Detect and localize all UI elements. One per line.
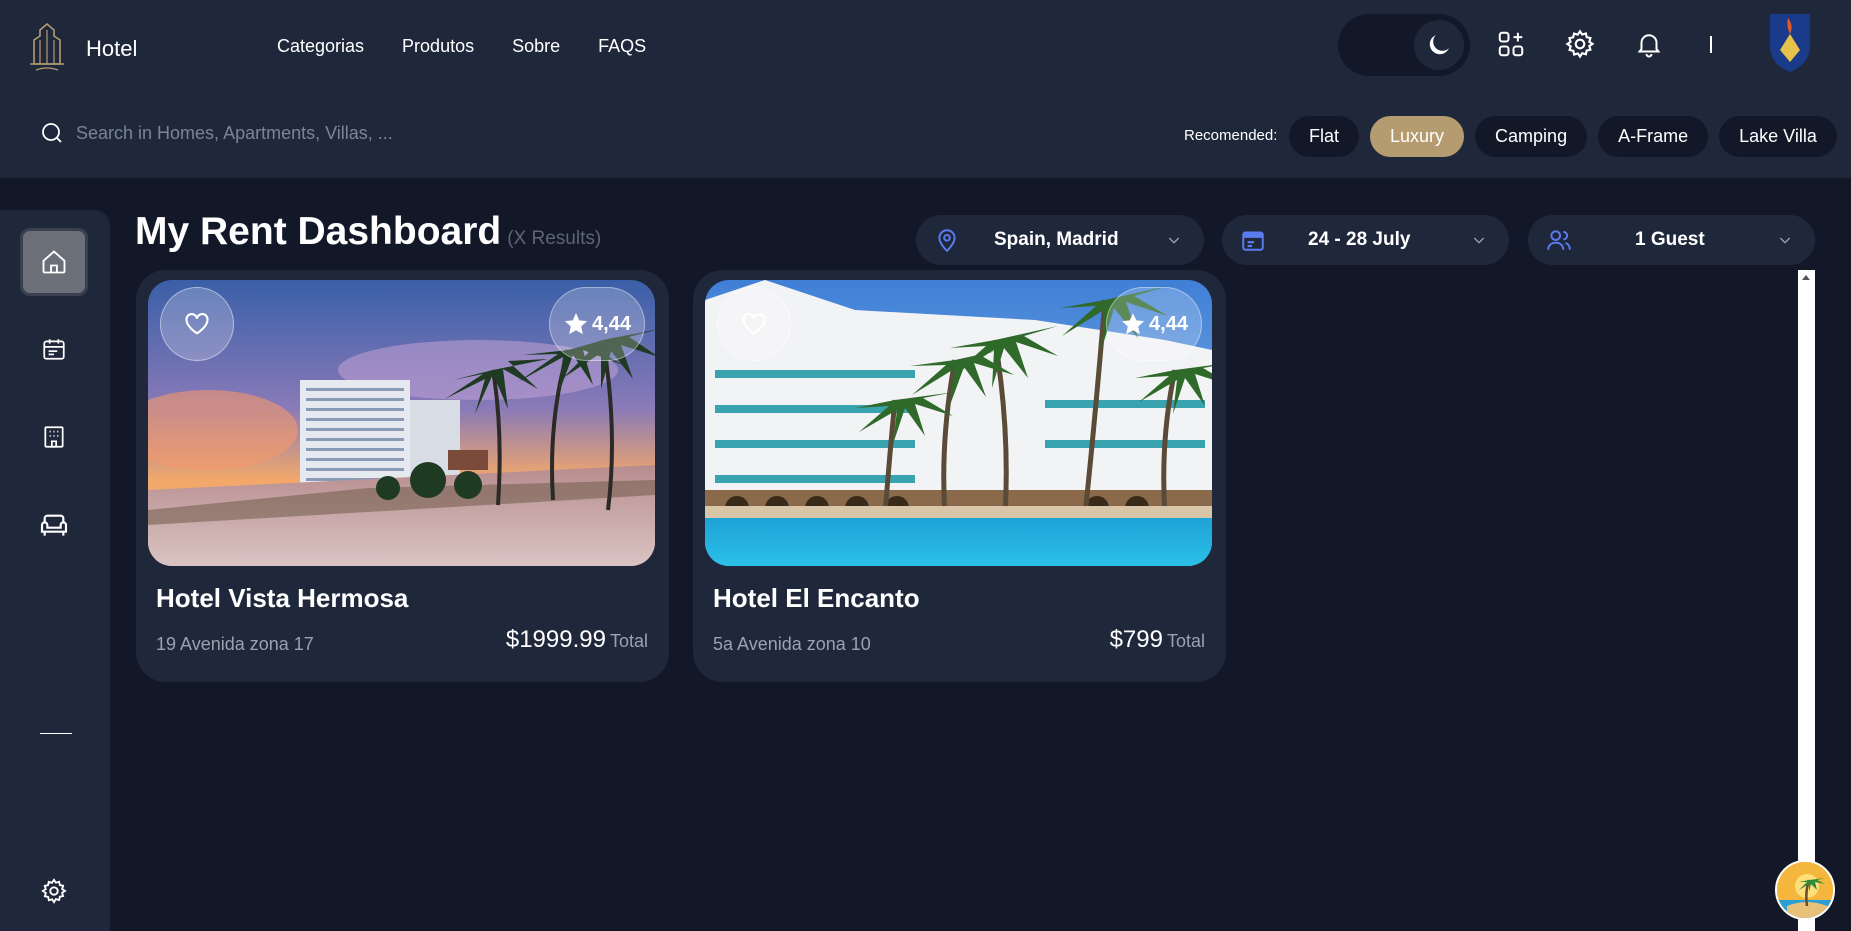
sidebar-item-furniture[interactable] xyxy=(20,491,88,559)
header: Hotel Categorias Produtos Sobre FAQS Sea… xyxy=(0,0,1851,178)
chevron-down-icon xyxy=(1779,237,1791,244)
calendar-icon xyxy=(1242,231,1264,251)
heart-icon xyxy=(185,313,209,335)
hotel-card[interactable]: 4,44 Hotel El Encanto 5a Avenida zona 10… xyxy=(693,270,1226,682)
chip-camping[interactable]: Camping xyxy=(1475,116,1588,157)
location-pin-icon xyxy=(938,229,956,253)
location-filter[interactable]: Spain, Madrid xyxy=(916,215,1204,265)
user-avatar[interactable] xyxy=(1766,12,1814,74)
chip-lake-villa[interactable]: Lake Villa xyxy=(1719,116,1837,157)
chevron-down-icon xyxy=(1473,237,1485,244)
price-value: $799 xyxy=(1109,626,1163,653)
chip-flat[interactable]: Flat xyxy=(1289,116,1360,157)
brand-name[interactable]: Hotel xyxy=(86,36,137,62)
main-nav: Categorias Produtos Sobre FAQS xyxy=(277,36,684,57)
price-total-label: Total xyxy=(1166,631,1205,651)
moon-icon xyxy=(1429,35,1449,55)
search-icon xyxy=(42,123,62,143)
guests-filter[interactable]: 1 Guest xyxy=(1528,215,1815,265)
hotel-logo[interactable] xyxy=(26,20,68,74)
notifications-button[interactable] xyxy=(1633,28,1665,60)
sidebar-item-hotels[interactable] xyxy=(20,403,88,471)
hotel-name[interactable]: Hotel Vista Hermosa xyxy=(156,583,408,614)
hotel-price: $1999.99 Total xyxy=(506,626,648,654)
location-value: Spain, Madrid xyxy=(994,229,1119,250)
sidebar-item-settings[interactable] xyxy=(20,857,88,925)
apps-add-button[interactable] xyxy=(1495,28,1527,60)
hotel-card[interactable]: 4,44 Hotel Vista Hermosa 19 Avenida zona… xyxy=(136,270,669,682)
users-icon xyxy=(1547,230,1571,250)
gear-icon xyxy=(41,878,67,904)
star-icon xyxy=(564,313,588,335)
hotel-photo[interactable]: 4,44 xyxy=(705,280,1212,566)
gear-icon xyxy=(1565,29,1595,59)
settings-button[interactable] xyxy=(1564,28,1596,60)
scroll-up-arrow[interactable] xyxy=(1802,275,1810,280)
search-input[interactable] xyxy=(76,122,536,144)
rating-badge: 4,44 xyxy=(549,287,645,361)
chevron-down-icon xyxy=(1168,237,1180,244)
bell-icon xyxy=(1637,34,1661,58)
chip-luxury[interactable]: Luxury xyxy=(1370,116,1465,157)
hotel-address: 19 Avenida zona 17 xyxy=(156,634,314,654)
home-icon xyxy=(42,250,66,274)
chip-a-frame[interactable]: A-Frame xyxy=(1598,116,1709,157)
building-icon xyxy=(44,426,64,448)
scrollbar[interactable] xyxy=(1798,270,1815,931)
beach-icon xyxy=(1777,862,1833,918)
results-count: (X Results) xyxy=(507,228,602,249)
nav-categorias[interactable]: Categorias xyxy=(277,36,364,57)
hotel-price: $799 Total xyxy=(1110,626,1205,654)
favorite-button[interactable] xyxy=(717,287,791,361)
hotel-name[interactable]: Hotel El Encanto xyxy=(713,583,920,614)
chat-assistant-button[interactable] xyxy=(1775,860,1835,920)
nav-sobre[interactable]: Sobre xyxy=(512,36,560,57)
sidebar-item-calendar[interactable] xyxy=(20,315,88,383)
star-icon xyxy=(1121,313,1145,335)
page-title-text: My Rent Dashboard xyxy=(135,210,502,253)
date-filter[interactable]: 24 - 28 July xyxy=(1222,215,1509,265)
rating-value: 4,44 xyxy=(592,312,631,335)
sidebar-divider xyxy=(40,733,72,734)
calendar-icon xyxy=(43,339,65,360)
dark-mode-toggle[interactable] xyxy=(1338,14,1470,76)
nav-produtos[interactable]: Produtos xyxy=(402,36,474,57)
nav-faqs[interactable]: FAQS xyxy=(598,36,646,57)
favorite-button[interactable] xyxy=(160,287,234,361)
hotel-photo[interactable]: 4,44 xyxy=(148,280,655,566)
search-bar[interactable] xyxy=(40,121,536,145)
sidebar xyxy=(0,210,110,931)
sofa-icon xyxy=(40,514,68,536)
toggle-knob xyxy=(1414,20,1464,70)
rating-badge: 4,44 xyxy=(1106,287,1202,361)
hotel-address: 5a Avenida zona 10 xyxy=(713,634,871,654)
recommended-chips: Flat Luxury Camping A-Frame Lake Villa xyxy=(1289,116,1848,157)
recommended-label: Recomended: xyxy=(1184,127,1278,144)
sidebar-item-home[interactable] xyxy=(20,228,88,296)
price-total-label: Total xyxy=(609,631,648,651)
header-divider xyxy=(1710,36,1712,53)
heart-icon xyxy=(742,313,766,335)
rating-value: 4,44 xyxy=(1149,312,1188,335)
date-value: 24 - 28 July xyxy=(1308,229,1411,250)
apps-add-icon xyxy=(1498,31,1524,57)
price-value: $1999.99 xyxy=(505,626,606,653)
page-title: My Rent Dashboard (X Results) xyxy=(135,210,601,254)
guests-value: 1 Guest xyxy=(1635,229,1705,250)
